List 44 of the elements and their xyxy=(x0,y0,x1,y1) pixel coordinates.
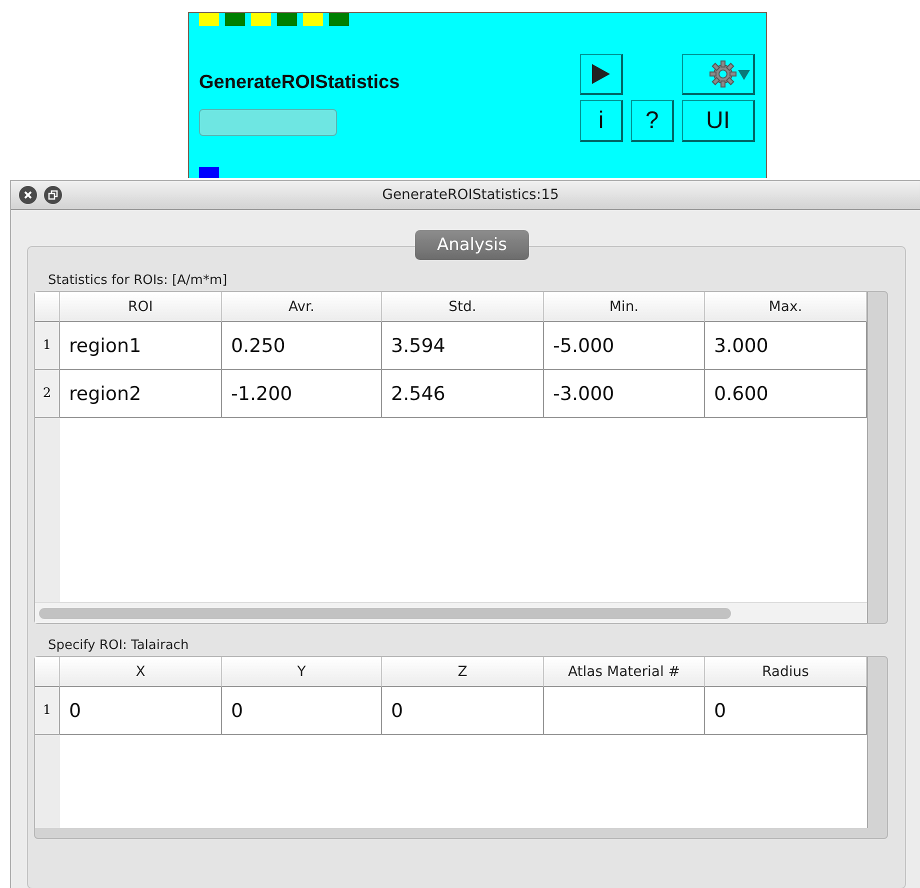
scrollbar-thumb[interactable] xyxy=(39,608,731,618)
input-port[interactable] xyxy=(329,13,349,26)
column-header[interactable]: Y xyxy=(222,657,382,687)
module-title: GenerateROIStatistics xyxy=(199,72,401,94)
horizontal-scrollbar[interactable] xyxy=(35,602,867,623)
close-icon xyxy=(24,191,32,199)
row-number: 1 xyxy=(35,687,60,735)
restore-icon xyxy=(48,190,58,200)
table-cell[interactable]: region1 xyxy=(60,322,222,370)
table-label: Statistics for ROIs: [A/m*m] xyxy=(48,273,228,288)
analysis-tab[interactable]: Analysis xyxy=(415,230,529,260)
output-port[interactable] xyxy=(199,167,219,178)
row-number: 1 xyxy=(35,322,60,370)
module-node[interactable]: GenerateROIStatistics i ? UI xyxy=(188,12,767,178)
column-header[interactable]: ROI xyxy=(60,292,222,322)
settings-button[interactable] xyxy=(682,54,755,95)
table-cell[interactable]: 0.250 xyxy=(222,322,382,370)
column-header[interactable]: X xyxy=(60,657,222,687)
column-header[interactable]: Std. xyxy=(382,292,544,322)
window-title: GenerateROIStatistics:15 xyxy=(381,187,560,203)
gear-icon xyxy=(709,60,753,88)
row-number: 2 xyxy=(35,370,60,418)
table-label: Specify ROI: Talairach xyxy=(48,638,190,653)
input-port[interactable] xyxy=(199,13,219,26)
input-port[interactable] xyxy=(251,13,271,26)
close-button[interactable] xyxy=(19,186,37,204)
input-port[interactable] xyxy=(277,13,297,26)
table-cell[interactable]: 3.594 xyxy=(382,322,544,370)
play-icon xyxy=(591,63,611,85)
column-header[interactable]: Z xyxy=(382,657,544,687)
table-cell[interactable]: 3.000 xyxy=(705,322,867,370)
module-button[interactable]: UI xyxy=(682,100,755,142)
restore-button[interactable] xyxy=(44,186,62,204)
column-header[interactable]: Radius xyxy=(705,657,867,687)
column-header[interactable]: Max. xyxy=(705,292,867,322)
column-header[interactable]: Min. xyxy=(544,292,705,322)
column-header[interactable]: Avr. xyxy=(222,292,382,322)
module-button[interactable]: i xyxy=(580,100,623,142)
column-header[interactable]: Atlas Material # xyxy=(544,657,705,687)
input-port[interactable] xyxy=(225,13,245,26)
table-cell[interactable]: -5.000 xyxy=(544,322,705,370)
run-button[interactable] xyxy=(580,54,623,95)
input-port[interactable] xyxy=(303,13,323,26)
module-button[interactable]: ? xyxy=(631,100,674,142)
